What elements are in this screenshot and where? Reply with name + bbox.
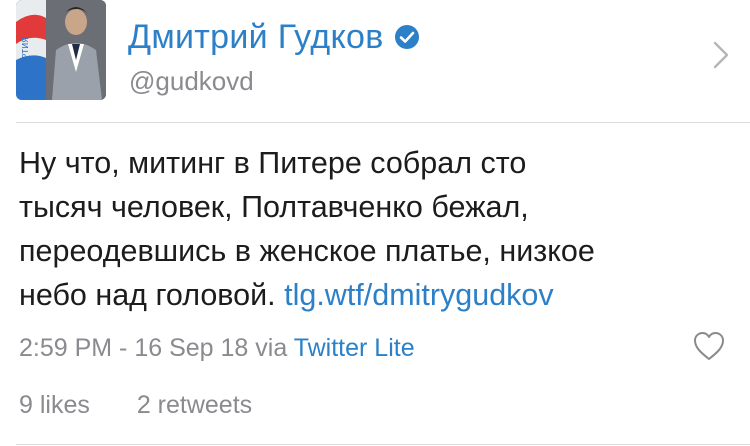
verified-badge-icon [394, 25, 419, 49]
tweet-line: небо над головой. tlg.wtf/dmitrygudkov [19, 273, 734, 317]
tweet-link[interactable]: tlg.wtf/dmitrygudkov [284, 278, 554, 312]
tweet-line: Ну что, митинг в Питере собрал сто [19, 146, 527, 180]
tweet-stats: 9 likes 2 retweets [19, 388, 252, 422]
divider [16, 444, 750, 445]
display-name-row[interactable]: Дмитрий Гудков [128, 14, 420, 60]
avatar-image: ПАРТИЯ [16, 0, 106, 100]
retweets-count[interactable]: 2 retweets [137, 391, 252, 419]
tweet-header: ПАРТИЯ Дмитрий Гудков @gudkovd [0, 0, 750, 122]
chevron-right-icon[interactable] [712, 40, 730, 70]
tweet-meta: 2:59 PM - 16 Sep 18 via Twitter Lite [19, 331, 415, 365]
likes-count[interactable]: 9 likes [19, 391, 90, 419]
source-link[interactable]: Twitter Lite [294, 334, 415, 362]
handle[interactable]: @gudkovd [129, 66, 254, 97]
tweet-line: переодевшись в женское платье, низкое [19, 234, 595, 268]
heart-icon[interactable] [692, 330, 726, 362]
tweet-line-text: небо над головой. [19, 278, 276, 312]
via-label: via [255, 334, 288, 362]
display-name[interactable]: Дмитрий Гудков [128, 18, 384, 57]
divider [16, 122, 750, 123]
tweet-text: Ну что, митинг в Питере собрал сто тысяч… [19, 141, 734, 317]
svg-text:ПАРТИЯ: ПАРТИЯ [21, 37, 30, 70]
tweet-line: тысяч человек, Полтавченко бежал, [19, 190, 529, 224]
timestamp: 2:59 PM - 16 Sep 18 [19, 334, 249, 362]
avatar[interactable]: ПАРТИЯ [16, 0, 106, 100]
